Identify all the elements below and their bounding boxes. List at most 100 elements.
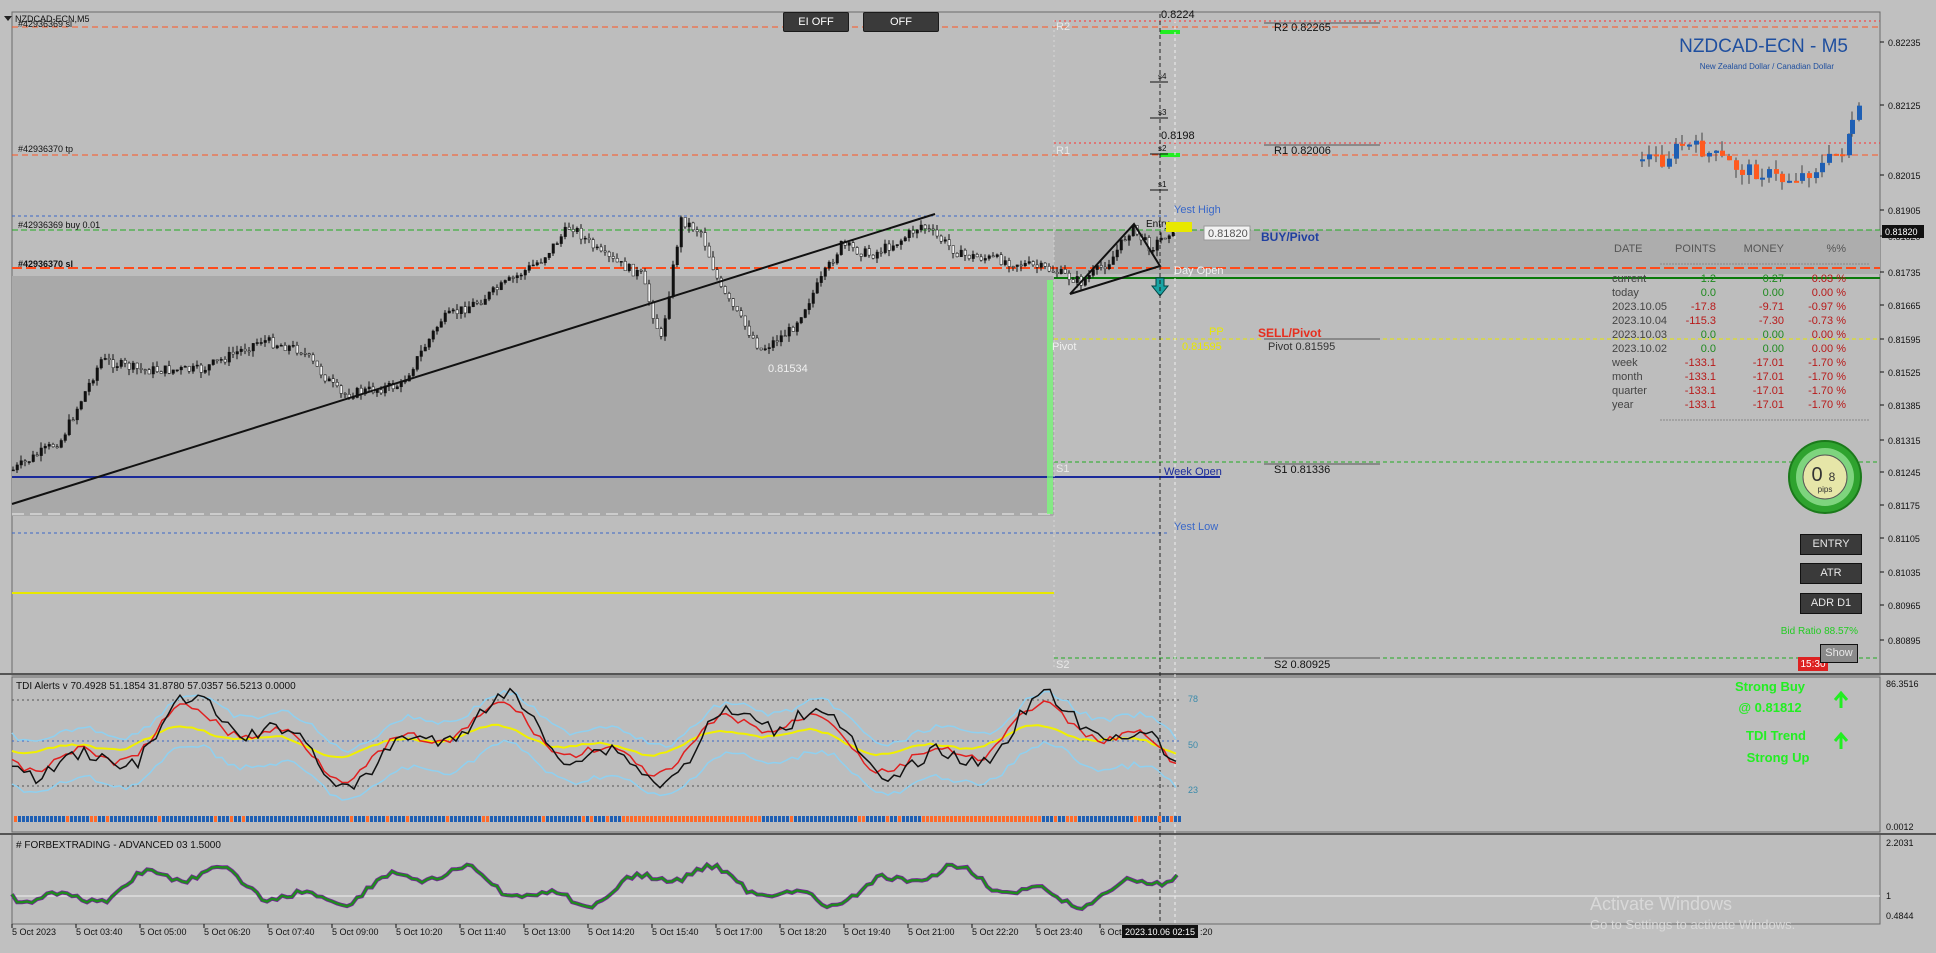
tdi-dot [266, 816, 269, 822]
candle [735, 306, 739, 312]
candle [1155, 239, 1159, 251]
tdi-dot [1074, 816, 1077, 822]
tdi-dot [374, 816, 377, 822]
candle [1123, 239, 1127, 241]
candle [43, 445, 47, 449]
tdi-dot [1010, 816, 1013, 822]
tdi-dot [1122, 816, 1125, 822]
show-button[interactable]: Show [1820, 644, 1858, 663]
ei-off-button[interactable]: EI OFF [783, 12, 849, 32]
tdi-dot [98, 816, 101, 822]
candle [31, 454, 35, 462]
time-label: 5 Oct 18:20 [780, 927, 827, 937]
time-label: 5 Oct 21:00 [908, 927, 955, 937]
tdi-dot [54, 816, 57, 822]
candle [447, 310, 451, 314]
candle [1003, 260, 1007, 265]
candle [503, 280, 507, 283]
stats-cell: current [1612, 273, 1646, 285]
tdi-dot [590, 816, 593, 822]
candle [559, 236, 563, 244]
entry-button[interactable]: ENTRY [1800, 534, 1862, 555]
candle [515, 275, 519, 279]
r1-text: R1 0.82006 [1274, 145, 1331, 157]
candle [1051, 270, 1055, 273]
tdi-dot [450, 816, 453, 822]
candle [795, 322, 799, 332]
tdi-dot [510, 816, 513, 822]
tdi-dot [562, 816, 565, 822]
fbt-axis-mid: 1 [1886, 891, 1891, 901]
adr-d1-button[interactable]: ADR D1 [1800, 593, 1862, 614]
fbt-axis-top: 2.2031 [1886, 838, 1914, 848]
candle [743, 315, 747, 327]
candle [431, 330, 435, 340]
candle [551, 243, 555, 254]
tdi-dot [830, 816, 833, 822]
price-tick-label: 0.81105 [1888, 534, 1920, 544]
candle [683, 217, 687, 228]
price-tick-label: 0.81525 [1888, 368, 1921, 378]
candle [555, 243, 559, 245]
tdi-dot [770, 816, 773, 822]
candle [227, 351, 231, 363]
candle [783, 335, 787, 337]
tdi-dot [182, 816, 185, 822]
stats-header: MONEY [1744, 243, 1785, 255]
tdi-dot [962, 816, 965, 822]
tdi-dot [274, 816, 277, 822]
candle [531, 264, 535, 267]
daily-candle [1687, 144, 1692, 147]
candle [279, 345, 283, 347]
tdi-dot [794, 816, 797, 822]
top-price-label: 0.8224 [1161, 9, 1195, 21]
candle [107, 358, 111, 360]
daily-candle [1707, 152, 1712, 157]
tdi-dot [762, 816, 765, 822]
tdi-dot [494, 816, 497, 822]
candle [1151, 249, 1155, 252]
candle [691, 222, 695, 231]
tdi-dot [310, 816, 313, 822]
off-button[interactable]: OFF [863, 12, 939, 32]
candle [1075, 276, 1079, 283]
tdi-dot [550, 816, 553, 822]
tdi-dot [618, 816, 621, 822]
tdi-dot [522, 816, 525, 822]
tdi-dot [854, 816, 857, 822]
tdi-dot [1130, 816, 1133, 822]
candle [39, 447, 43, 456]
r2-text: R2 0.82265 [1274, 22, 1331, 34]
candle [667, 296, 671, 319]
tdi-dot [262, 816, 265, 822]
chart-canvas[interactable]: s4 s3 s2 s1 0.8224 0.8198 R2 R2 0.82265 … [0, 0, 1936, 953]
tdi-dot [1106, 816, 1109, 822]
tdi-dot [50, 816, 53, 822]
stats-cell: -9.71 [1759, 301, 1784, 313]
candle [787, 327, 791, 337]
tdi-dot [922, 816, 925, 822]
candle [379, 389, 383, 394]
tdi-dot [186, 816, 189, 822]
daily-candle [1674, 143, 1679, 159]
stats-cell: -17.01 [1753, 385, 1784, 397]
candle [235, 351, 239, 355]
candle [91, 380, 95, 384]
tdi-dot [954, 816, 957, 822]
tdi-dot [834, 816, 837, 822]
tdi-axis-bottom: 0.0012 [1886, 822, 1914, 832]
candle [903, 237, 907, 242]
candle [611, 256, 615, 259]
tdi-dot [1178, 816, 1181, 822]
tdi-dot [298, 816, 301, 822]
candle [1119, 239, 1123, 251]
candle [947, 239, 951, 246]
candle [1027, 261, 1031, 264]
candle [871, 254, 875, 259]
atr-button[interactable]: ATR [1800, 563, 1862, 584]
candle [707, 245, 711, 258]
candle [1031, 261, 1035, 266]
stats-cell: 1.2 [1701, 273, 1716, 285]
daily-candle [1720, 150, 1725, 156]
time-label: 5 Oct 22:20 [972, 927, 1019, 937]
